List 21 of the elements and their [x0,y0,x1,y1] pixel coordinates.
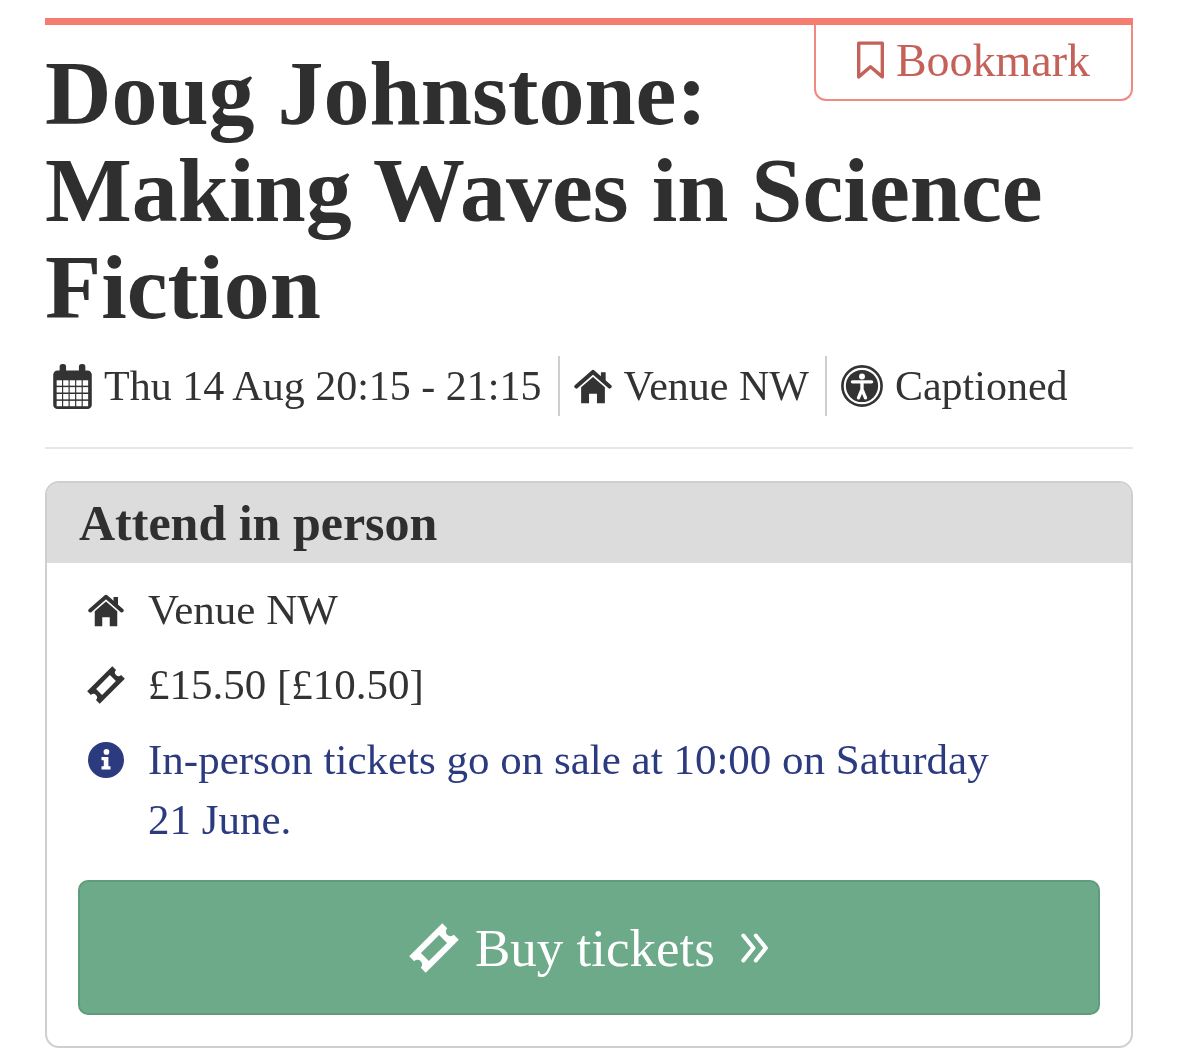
bookmark-icon [856,41,884,79]
buy-tickets-button[interactable]: Buy tickets [78,880,1100,1015]
house-icon [573,368,612,404]
bookmark-button[interactable]: Bookmark [814,25,1133,101]
event-title: Fiction [45,239,321,336]
double-chevron-icon [740,932,769,963]
accessibility-label: Captioned [894,362,1068,411]
card-heading: Attend in person [47,483,1131,563]
event-title: Doug Johnstone: [45,45,707,142]
venue-name: Venue NW [148,585,338,635]
calendar-icon [53,363,92,409]
sale-notice: In-person tickets go on sale at 10:00 on Saturday 21 June. [148,735,990,845]
accessibility-icon [840,365,883,407]
ticket-price: £15.50 [£10.50] [148,660,424,710]
venue-name: Venue NW [623,362,809,411]
event-time: Thu 14 Aug 20:15 - 21:15 [104,362,542,411]
ticket-icon [87,666,125,704]
info-icon [88,742,124,778]
house-icon [88,593,124,627]
ticket-icon [409,922,459,973]
event-title: Making Waves in Science [45,142,1043,239]
